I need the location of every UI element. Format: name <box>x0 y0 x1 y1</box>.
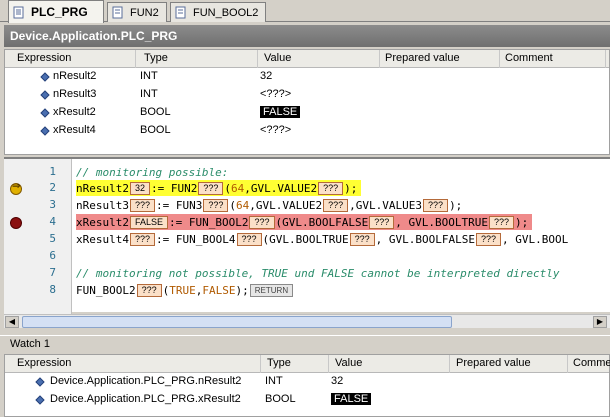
row-value: FALSE <box>260 106 301 118</box>
row-expression: nResult3 <box>53 88 97 100</box>
monitor-value[interactable]: ??? <box>323 198 349 212</box>
monitor-value[interactable]: ??? <box>349 232 375 246</box>
return-marker[interactable]: RETURN <box>249 283 294 297</box>
row-expression: xResult2 <box>53 106 96 118</box>
variable-icon <box>35 395 45 405</box>
code-editor[interactable]: 1 2 3 4 5 6 7 8 // monitoring possible: … <box>4 157 610 314</box>
object-title: Device.Application.PLC_PRG <box>10 29 178 43</box>
line-number: 6 <box>49 249 56 262</box>
grid-row[interactable]: xResult2 BOOL FALSE <box>5 104 609 122</box>
col-comment[interactable]: Comme <box>573 357 610 369</box>
pou-icon <box>175 6 186 19</box>
scroll-right-arrow-icon[interactable]: ▶ <box>593 316 607 328</box>
line-number: 8 <box>49 283 56 296</box>
monitor-value[interactable]: ??? <box>203 198 229 212</box>
col-value[interactable]: Value <box>335 357 362 369</box>
row-type: INT <box>140 88 158 100</box>
monitor-value[interactable]: ??? <box>476 232 502 246</box>
line-number: 2 <box>49 181 56 194</box>
row-expression: Device.Application.PLC_PRG.xResult2 <box>50 393 241 405</box>
tab-fun-bool2[interactable]: FUN_BOOL2 <box>170 2 266 22</box>
row-value: <???> <box>260 124 292 136</box>
tab-label: PLC_PRG <box>31 5 88 19</box>
variable-icon <box>35 377 45 387</box>
monitor-value[interactable]: ??? <box>249 215 275 229</box>
declaration-monitor-grid: Expression Type Value Prepared value Com… <box>4 49 610 155</box>
watch-row[interactable]: Device.Application.PLC_PRG.nResult2 INT … <box>5 373 609 391</box>
col-comment[interactable]: Comment <box>505 52 553 64</box>
monitor-value[interactable]: FALSE <box>129 215 168 229</box>
tab-label: FUN2 <box>130 6 159 19</box>
monitor-value[interactable]: 32 <box>129 181 150 195</box>
tab-label: FUN_BOOL2 <box>193 6 259 19</box>
breakpoint-icon[interactable] <box>10 217 22 229</box>
code-line-5: xResult4??? := FUN_BOOL4??? (GVL.BOOLTRUE… <box>76 232 569 246</box>
scroll-left-arrow-icon[interactable]: ◀ <box>5 316 19 328</box>
col-prepared-value[interactable]: Prepared value <box>385 52 460 64</box>
line-number: 1 <box>49 165 56 178</box>
line-number: 3 <box>49 198 56 211</box>
object-title-bar: Device.Application.PLC_PRG <box>4 25 610 47</box>
monitor-value[interactable]: ??? <box>369 215 395 229</box>
row-type: BOOL <box>140 106 171 118</box>
monitor-value[interactable]: ??? <box>423 198 449 212</box>
pou-icon <box>112 6 123 19</box>
line-number: 4 <box>49 215 56 228</box>
row-value: FALSE <box>331 393 372 405</box>
col-type[interactable]: Type <box>144 52 168 64</box>
variable-icon <box>40 90 50 100</box>
horizontal-scrollbar[interactable]: ◀ ▶ <box>4 314 610 328</box>
code-line-3: nResult3??? := FUN3???(64 ,GVL.VALUE2???,… <box>76 198 463 212</box>
row-expression: nResult2 <box>53 70 97 82</box>
line-gutter[interactable]: 1 2 3 4 5 6 7 8 <box>4 159 72 314</box>
row-expression: xResult4 <box>53 124 96 136</box>
row-value: 32 <box>260 70 273 82</box>
line-number: 5 <box>49 232 56 245</box>
watch-grid: Expression Type Value Prepared value Com… <box>4 354 610 417</box>
row-value: 32 <box>331 375 344 387</box>
monitor-value[interactable]: ??? <box>236 232 262 246</box>
row-type: INT <box>265 375 283 387</box>
grid-row[interactable]: nResult2 INT 32 <box>5 68 609 86</box>
current-position-arrow-icon <box>10 181 22 195</box>
tab-plc-prg[interactable]: PLC_PRG <box>8 0 104 23</box>
col-expression[interactable]: Expression <box>17 52 71 64</box>
code-line-8: FUN_BOOL2???(TRUE, FALSE); RETURN <box>76 282 294 298</box>
monitor-value[interactable]: ??? <box>488 215 515 229</box>
row-type: BOOL <box>140 124 171 136</box>
variable-icon <box>40 108 50 118</box>
code-line-2: nResult2 32 := FUN2???(64 ,GVL.VALUE2???); <box>76 180 362 196</box>
monitor-value[interactable]: ??? <box>136 283 162 297</box>
watch-header: Expression Type Value Prepared value Com… <box>5 355 610 373</box>
monitor-value[interactable]: ??? <box>129 198 156 212</box>
scroll-thumb[interactable] <box>22 316 452 328</box>
col-value[interactable]: Value <box>264 52 291 64</box>
row-value: <???> <box>260 88 292 100</box>
row-expression: Device.Application.PLC_PRG.nResult2 <box>50 375 242 387</box>
code-line-7: // monitoring not possible, TRUE und FAL… <box>76 266 560 280</box>
line-number: 7 <box>49 266 56 279</box>
watch-row[interactable]: Device.Application.PLC_PRG.xResult2 BOOL… <box>5 391 609 409</box>
pou-icon <box>13 6 24 18</box>
watch-panel-title[interactable]: Watch 1 <box>0 335 610 353</box>
monitor-value[interactable]: ??? <box>318 181 344 195</box>
monitor-value[interactable]: ??? <box>129 232 156 246</box>
variable-icon <box>40 72 50 82</box>
grid-row[interactable]: nResult3 INT <???> <box>5 86 609 104</box>
monitor-value[interactable]: ??? <box>198 181 224 195</box>
col-expression[interactable]: Expression <box>17 357 71 369</box>
code-line-1: // monitoring possible: <box>76 165 229 179</box>
variable-icon <box>40 126 50 136</box>
col-prepared-value[interactable]: Prepared value <box>456 357 531 369</box>
editor-tab-bar: PLC_PRG FUN2 FUN_BOOL2 <box>0 0 610 23</box>
tab-fun2[interactable]: FUN2 <box>107 2 167 22</box>
col-type[interactable]: Type <box>267 357 291 369</box>
grid-header: Expression Type Value Prepared value Com… <box>5 50 609 68</box>
grid-row[interactable]: xResult4 BOOL <???> <box>5 122 609 140</box>
row-type: BOOL <box>265 393 296 405</box>
row-type: INT <box>140 70 158 82</box>
code-line-4: xResult2 FALSE := FUN_BOOL2??? (GVL.BOOLFA… <box>76 214 533 230</box>
